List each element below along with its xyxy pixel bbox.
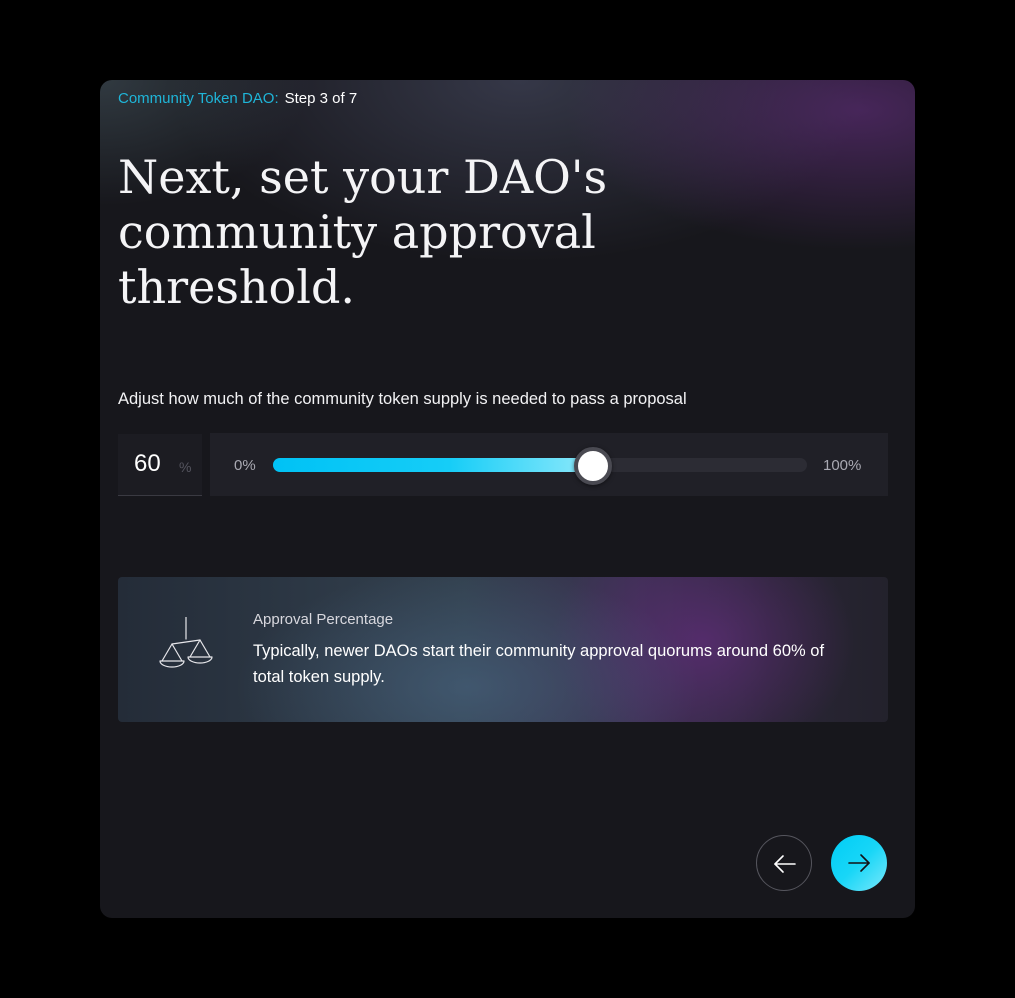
percentage-unit: % [179, 459, 192, 475]
slider-max-label: 100% [823, 457, 862, 474]
breadcrumb-step: Step 3 of 7 [284, 90, 358, 107]
slider-fill [273, 458, 594, 472]
next-button[interactable] [831, 835, 887, 891]
info-text: Typically, newer DAOs start their commun… [253, 642, 825, 686]
breadcrumb: Community Token DAO: Step 3 of 7 [118, 90, 357, 108]
percentage-input[interactable]: 60 % [118, 434, 202, 496]
slider-min-label: 0% [234, 457, 256, 474]
page-title: Next, set your DAO's community approval … [118, 150, 608, 314]
wizard-card: Community Token DAO: Step 3 of 7 Next, se… [100, 80, 915, 918]
back-button[interactable] [756, 835, 812, 891]
info-card: Approval Percentage Typically, newer DAO… [118, 577, 888, 722]
scale-icon [159, 617, 213, 668]
breadcrumb-dao-name: Community Token DAO: [118, 90, 279, 107]
threshold-slider-container: 0% 100% [210, 433, 888, 496]
arrow-left-icon [774, 855, 796, 873]
info-title: Approval Percentage [253, 611, 394, 628]
arrow-right-icon [848, 854, 870, 872]
slider-track[interactable] [273, 447, 807, 485]
percentage-value[interactable]: 60 [134, 450, 161, 478]
slider-instruction: Adjust how much of the community token s… [118, 390, 687, 408]
slider-thumb[interactable] [574, 447, 613, 485]
